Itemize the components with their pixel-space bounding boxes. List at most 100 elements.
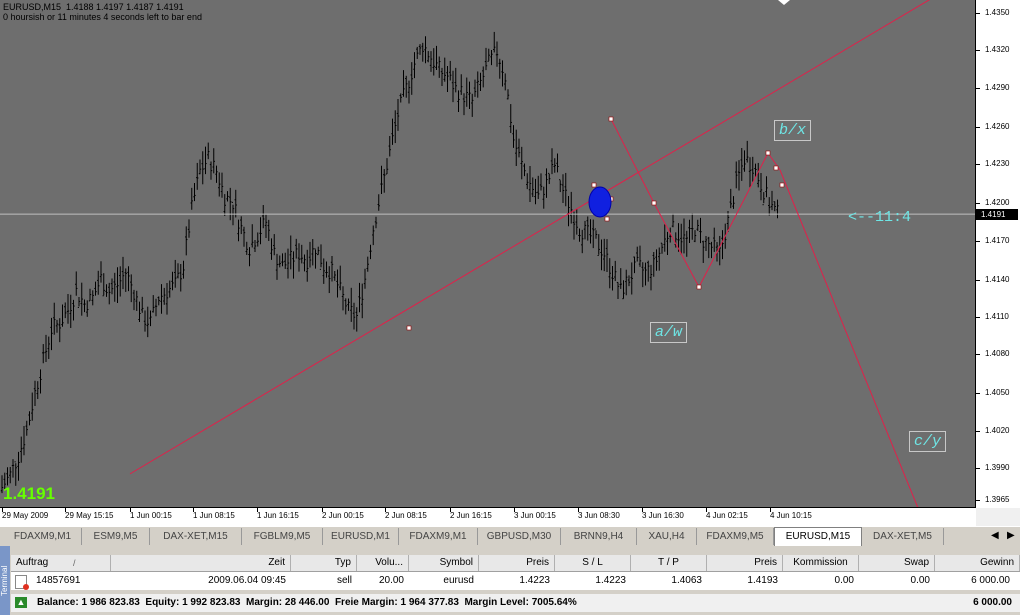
chart-tab[interactable]: FDAXM9,M1 [4,528,82,545]
table-row[interactable]: 14857691 2009.06.04 09:45 sell 20.00 eur… [11,572,1020,590]
order-doc-icon [15,575,29,590]
y-tick-label: 1.4320 [976,45,1020,54]
chart-window[interactable]: EURUSD,M15 1.4188 1.4197 1.4187 1.4191 0 … [0,0,1020,526]
chart-tab-bar: ◀ ▶ FDAXM9,M1 ESM9,M5 DAX-XET,M15 FGBLM9,M5… [0,526,1020,547]
column-header[interactable]: Auftrag [11,555,111,571]
chart-tab[interactable]: GBPUSD,M30 [478,528,561,545]
order-tp: 1.4063 [671,575,702,586]
anchor-point-icon [779,182,785,188]
tab-scroll-right-icon[interactable]: ▶ [1007,530,1015,541]
chart-tab[interactable]: FDAXM9,M5 [697,528,774,545]
chart-title-symbol: EURUSD,M15 1.4188 1.4197 1.4187 1.4191 [3,2,184,12]
y-tick-label: 1.3965 [976,495,1020,504]
y-tick-label: 1.4020 [976,426,1020,435]
anchor-point-icon [591,182,597,188]
x-tick-label: 2 Jun 00:15 [322,508,364,520]
wave-line [698,152,769,288]
column-header[interactable]: Kommission [783,555,859,571]
order-swap: 0.00 [910,575,930,586]
y-tick-label: 1.4290 [976,83,1020,92]
trade-table-header: Auftrag Zeit Typ Volu... Symbol Preis S / LT /… [11,555,1020,572]
order-sl: 1.4223 [595,575,626,586]
balance-profit: 6 000.00 [973,597,1012,608]
chart-canvas[interactable] [0,0,976,508]
wave-line [610,118,655,204]
y-tick-label: 1.4230 [976,159,1020,168]
anchor-point-icon [608,116,614,122]
balance-up-icon: ▲ [15,597,27,608]
x-tick-label: 1 Jun 08:15 [193,508,235,520]
column-header[interactable]: Volu... [357,555,409,571]
anchor-point-icon [773,165,779,171]
order-price: 1.4223 [519,575,550,586]
current-price-big: 1.4191 [3,484,55,503]
column-header[interactable]: S / L [555,555,631,571]
wave-label-aw[interactable]: a/w [650,322,688,343]
terminal-panel: Terminal Auftrag Zeit Typ Volu... Symbol Prei… [0,546,1020,615]
anchor-point-icon [651,200,657,206]
x-tick-label: 3 Jun 00:15 [514,508,556,520]
price-chart-plot[interactable]: EURUSD,M15 1.4188 1.4197 1.4187 1.4191 0 … [0,0,976,508]
order-current-price: 1.4193 [747,575,778,586]
x-tick-label: 1 Jun 16:15 [257,508,299,520]
y-tick-label: 1.4050 [976,388,1020,397]
x-tick-label: 29 May 2009 [2,508,49,520]
column-header[interactable]: Gewinn [935,555,1020,571]
balance-row: ▲ Balance: 1 986 823.83 Equity: 1 992 82… [11,594,1020,612]
x-tick-label: 3 Jun 08:30 [578,508,620,520]
chart-title: EURUSD,M15 1.4188 1.4197 1.4187 1.4191 0 … [3,2,202,22]
column-header[interactable]: Preis [479,555,555,571]
chart-tab[interactable]: EURUSD,M1 [323,528,399,545]
order-time: 2009.06.04 09:45 [208,575,286,586]
column-header[interactable]: Typ [291,555,357,571]
chart-tab[interactable]: ESM9,M5 [82,528,150,545]
column-header[interactable]: Preis [707,555,783,571]
y-tick-label: 1.4260 [976,122,1020,131]
column-header[interactable]: Symbol [409,555,479,571]
chart-tab[interactable]: DAX-XET,M15 [150,528,242,545]
time-axis[interactable]: 29 May 2009 29 May 15:15 1 Jun 00:15 1 Jun … [0,508,976,526]
order-commission: 0.00 [834,575,854,586]
x-tick-label: 2 Jun 08:15 [385,508,427,520]
chart-tab[interactable]: BRNN9,H4 [561,528,637,545]
chart-tab[interactable]: FDAXM9,M1 [399,528,478,545]
trendline [129,0,930,475]
y-tick-label: 1.4200 [976,198,1020,207]
y-tick-label: 1.3990 [976,463,1020,472]
x-tick-label: 2 Jun 16:15 [450,508,492,520]
order-type: sell [336,575,352,586]
y-tick-label: 1.4110 [976,312,1020,321]
chart-tab[interactable]: DAX-XET,M5 [862,528,944,545]
tab-scroll-left-icon[interactable]: ◀ [991,530,999,541]
x-tick-label: 4 Jun 10:15 [770,508,812,520]
chart-tab[interactable]: EURUSD,M15 [774,527,862,546]
sort-indicator-icon: / [73,558,76,568]
x-tick-label: 1 Jun 00:15 [130,508,172,520]
order-profit: 6 000.00 [971,575,1010,586]
y-tick-label: 1.4140 [976,275,1020,284]
chart-tab[interactable]: XAU,H4 [637,528,697,545]
current-price-label: 1.4191 [976,209,1018,220]
column-header[interactable]: T / P [631,555,707,571]
y-tick-label: 1.4080 [976,349,1020,358]
column-header[interactable]: Zeit [111,555,291,571]
order-symbol: eurusd [443,575,474,586]
anchor-point-icon [406,325,412,331]
chart-tab[interactable]: FGBLM9,M5 [242,528,323,545]
chart-shift-marker-icon [778,0,790,5]
x-tick-label: 29 May 15:15 [65,508,114,520]
anchor-point-icon [696,284,702,290]
chart-title-countdown: 0 hoursish or 11 minutes 4 seconds left … [3,12,202,22]
x-tick-label: 4 Jun 02:15 [706,508,748,520]
terminal-side-label[interactable]: Terminal [0,546,10,615]
wave-label-cy[interactable]: c/y [909,431,947,452]
anchor-point-icon [604,216,610,222]
order-volume: 20.00 [378,575,404,586]
y-tick-label: 1.4350 [976,8,1020,17]
countdown-label: <--11:4 [848,209,912,226]
wave-label-bx[interactable]: b/x [774,120,812,141]
balance-summary: Balance: 1 986 823.83 Equity: 1 992 823.… [37,597,577,608]
column-header[interactable]: Swap [859,555,935,571]
anchor-point-icon [765,150,771,156]
price-axis[interactable]: 1.4350 1.4320 1.4290 1.4260 1.4230 1.4200 1.41… [976,0,1020,508]
